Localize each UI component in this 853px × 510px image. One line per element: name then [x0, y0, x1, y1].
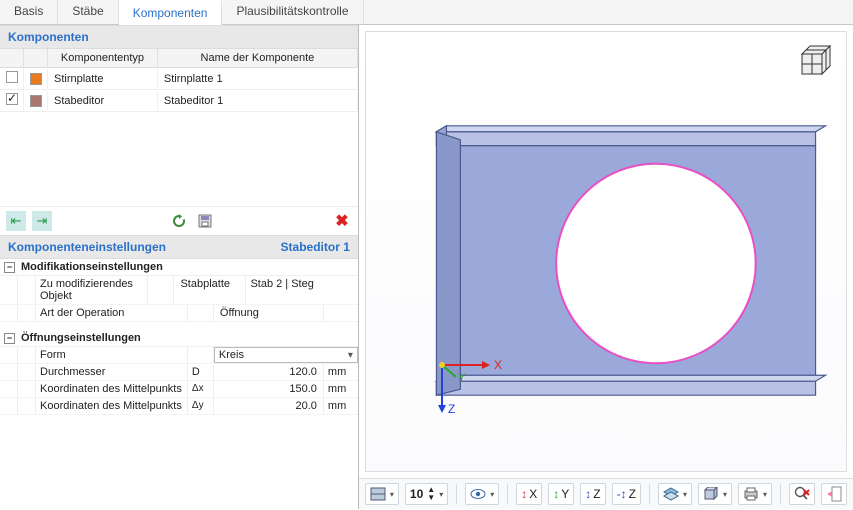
svg-text:Y: Y [458, 372, 466, 384]
group-opening[interactable]: − Öffnungseinstellungen [0, 330, 358, 347]
collapse-icon[interactable]: − [4, 333, 15, 344]
collapse-icon[interactable]: − [4, 262, 15, 273]
prop-extra: Stab 2 | Steg [246, 276, 357, 304]
prop-value: Öffnung [214, 305, 324, 321]
prop-label: Koordinaten des Mittelpunkts [36, 398, 188, 414]
view-cube[interactable] [792, 40, 836, 84]
chevron-down-icon[interactable]: ▾ [390, 490, 394, 499]
prop-row[interactable]: Art der Operation Öffnung [0, 305, 358, 322]
layers-button[interactable]: ▾ [658, 483, 692, 505]
prop-symbol: D [188, 364, 214, 380]
prop-row[interactable]: Durchmesser D 120.0 mm [0, 364, 358, 381]
svg-text:Z: Z [448, 402, 455, 416]
prop-row[interactable]: Form Kreis ▾ [0, 347, 358, 364]
tab-staebe[interactable]: Stäbe [58, 0, 118, 24]
viewport-panel: X Z Y ▾ 10 ▲▼ ▾ ▾ [359, 25, 853, 509]
tab-bar: Basis Stäbe Komponenten Plausibilitätsko… [0, 0, 853, 25]
prop-value[interactable]: 150.0 [214, 381, 324, 397]
row-type: Stabeditor [48, 92, 158, 110]
prop-unit: mm [324, 398, 358, 414]
prop-label: Koordinaten des Mittelpunkts [36, 381, 188, 397]
axis-y-button[interactable]: ↕Y [548, 483, 574, 505]
tab-komponenten[interactable]: Komponenten [119, 0, 223, 25]
left-panel: Komponenten Komponententyp Name der Komp… [0, 25, 359, 509]
delete-icon[interactable]: ✖ [332, 211, 352, 231]
group-label: Modifikationseinstellungen [21, 261, 163, 273]
col-name-header: Name der Komponente [158, 49, 358, 67]
move-down-icon[interactable]: ⇥ [32, 211, 52, 231]
components-toolbar: ⇤ ⇥ ✖ [0, 206, 358, 235]
move-up-icon[interactable]: ⇤ [6, 211, 26, 231]
group-modification[interactable]: − Modifikationseinstellungen [0, 259, 358, 276]
row-color-swatch [30, 73, 42, 85]
row-name: Stirnplatte 1 [158, 70, 358, 88]
row-type: Stirnplatte [48, 70, 158, 88]
prop-row[interactable]: Koordinaten des Mittelpunkts Δy 20.0 mm [0, 398, 358, 415]
settings-panel-title: Komponenteneinstellungen [8, 240, 281, 254]
axis-neg-z-button[interactable]: -↕Z [612, 483, 641, 505]
search-cancel-button[interactable] [789, 483, 815, 505]
prop-value: Stabplatte [174, 276, 246, 304]
prop-unit: mm [324, 364, 358, 380]
tab-basis[interactable]: Basis [0, 0, 58, 24]
prop-label: Form [36, 347, 188, 363]
viewport-toolbar: ▾ 10 ▲▼ ▾ ▾ ↕X ↕Y ↕Z -↕Z ▾ [359, 478, 853, 509]
display-mode-button[interactable]: ▾ [365, 483, 399, 505]
print-button[interactable]: ▾ [738, 483, 772, 505]
save-icon[interactable] [195, 211, 215, 231]
zoom-level-button[interactable]: 10 ▲▼ ▾ [405, 483, 448, 505]
components-panel-title: Komponenten [0, 25, 358, 49]
col-check-header [0, 49, 24, 67]
prop-row[interactable]: Koordinaten des Mittelpunkts Δx 150.0 mm [0, 381, 358, 398]
chevron-down-icon[interactable]: ▾ [439, 490, 443, 499]
prop-unit: mm [324, 381, 358, 397]
svg-text:X: X [494, 358, 502, 372]
col-color-header [24, 49, 48, 67]
chevron-down-icon[interactable]: ▾ [683, 490, 687, 499]
chevron-down-icon[interactable]: ▾ [490, 490, 494, 499]
chevron-down-icon[interactable]: ▾ [763, 490, 767, 499]
components-grid: Komponententyp Name der Komponente Stirn… [0, 49, 358, 112]
zoom-value: 10 [410, 487, 423, 501]
prop-row[interactable]: Zu modifizierendes Objekt Stabplatte Sta… [0, 276, 358, 305]
row-color-swatch [30, 95, 42, 107]
export-button[interactable] [821, 483, 847, 505]
prop-label: Durchmesser [36, 364, 188, 380]
row-name: Stabeditor 1 [158, 92, 358, 110]
prop-value[interactable]: 20.0 [214, 398, 324, 414]
axis-z-button[interactable]: ↕Z [580, 483, 605, 505]
row-checkbox[interactable] [6, 71, 18, 83]
prop-label: Zu modifizierendes Objekt [36, 276, 148, 304]
axis-triad: X Z Y [430, 347, 510, 417]
settings-tree: − Modifikationseinstellungen Zu modifizi… [0, 259, 358, 415]
prop-symbol: Δy [188, 398, 214, 414]
prop-value[interactable]: 120.0 [214, 364, 324, 380]
prop-symbol: Δx [188, 381, 214, 397]
tab-plausibilitaet[interactable]: Plausibilitätskontrolle [222, 0, 363, 24]
row-checkbox[interactable] [6, 93, 18, 105]
viewport-3d[interactable]: X Z Y [365, 31, 847, 472]
box-button[interactable]: ▾ [698, 483, 732, 505]
reload-icon[interactable] [169, 211, 189, 231]
settings-panel-subtitle: Stabeditor 1 [281, 240, 350, 254]
chevron-down-icon[interactable]: ▾ [348, 350, 353, 361]
view-eye-button[interactable]: ▾ [465, 483, 499, 505]
shape-dropdown[interactable]: Kreis [219, 349, 348, 361]
group-label: Öffnungseinstellungen [21, 332, 141, 344]
col-type-header: Komponententyp [48, 49, 158, 67]
table-row[interactable]: Stirnplatte Stirnplatte 1 [0, 68, 358, 90]
prop-label: Art der Operation [36, 305, 188, 321]
axis-x-button[interactable]: ↕X [516, 483, 542, 505]
table-row[interactable]: Stabeditor Stabeditor 1 [0, 90, 358, 112]
chevron-down-icon[interactable]: ▾ [723, 490, 727, 499]
